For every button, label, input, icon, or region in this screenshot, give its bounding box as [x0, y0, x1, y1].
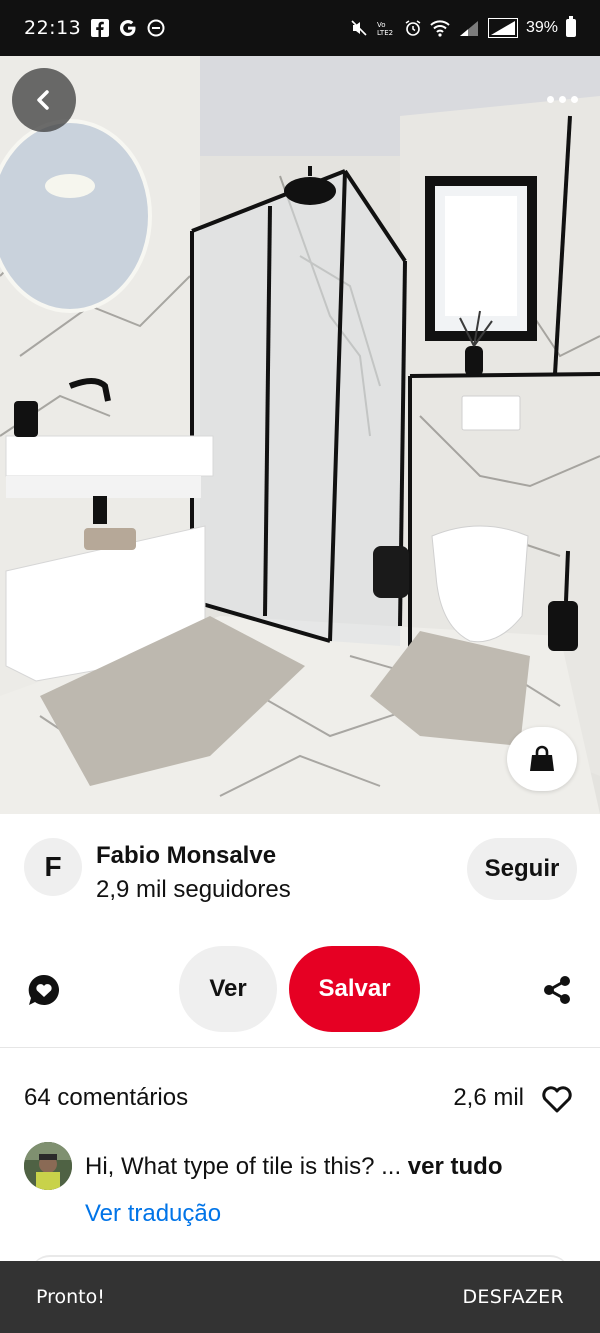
creator-name[interactable]: Fabio Monsalve [96, 842, 276, 870]
creator-row: F Fabio Monsalve 2,9 mil seguidores Segu… [0, 814, 600, 924]
comment-body: Hi, What type of tile is this? ... [85, 1153, 402, 1180]
facebook-icon [91, 19, 110, 37]
svg-text:Vo: Vo [377, 21, 386, 29]
creator-avatar[interactable]: F [24, 838, 82, 896]
see-all-link[interactable]: ver tudo [408, 1153, 503, 1180]
translate-link[interactable]: Ver tradução [85, 1200, 221, 1228]
signal-icon [487, 18, 518, 38]
like-button[interactable] [540, 1082, 574, 1116]
divider [0, 1047, 600, 1048]
comment-item: Hi, What type of tile is this? ... ver t… [0, 1140, 600, 1250]
heart-outline-icon [542, 1086, 572, 1113]
comments-header: 64 comentários 2,6 mil [0, 1080, 600, 1120]
view-button[interactable]: Ver [179, 946, 277, 1032]
volte-icon: Vo LTE2 [376, 20, 396, 36]
alarm-icon [404, 19, 422, 37]
do-not-disturb-icon [147, 19, 165, 37]
snackbar: Pronto! DESFAZER [0, 1261, 600, 1333]
status-bar: 22:13 Vo LTE2 39% [0, 0, 600, 56]
action-row: Ver Salvar [0, 940, 600, 1040]
wifi-icon [430, 19, 450, 37]
battery-icon [566, 16, 576, 37]
mute-icon [350, 19, 368, 37]
more-options-button[interactable] [542, 86, 582, 112]
bathroom-photo [0, 56, 600, 814]
comment-text: Hi, What type of tile is this? ... ver t… [85, 1153, 502, 1181]
share-icon [544, 976, 570, 1004]
more-horizontal-icon [558, 95, 566, 103]
save-button[interactable]: Salvar [289, 946, 420, 1032]
chevron-left-icon [37, 90, 49, 110]
follow-button[interactable]: Seguir [467, 838, 577, 900]
google-icon [119, 19, 137, 37]
svg-text:LTE2: LTE2 [377, 29, 393, 36]
more-horizontal-icon [570, 95, 578, 103]
battery-percent: 39% [525, 19, 558, 36]
undo-button[interactable]: DESFAZER [462, 1286, 564, 1308]
status-right: Vo LTE2 39% [350, 16, 576, 38]
comment-button[interactable] [24, 970, 64, 1010]
shop-button[interactable] [507, 727, 577, 791]
status-left: 22:13 [24, 17, 165, 39]
share-button[interactable] [537, 970, 577, 1010]
comments-count[interactable]: 64 comentários [24, 1084, 188, 1112]
status-time: 22:13 [24, 17, 82, 39]
shopping-bag-icon [530, 745, 554, 771]
back-button[interactable] [12, 68, 76, 132]
creator-followers: 2,9 mil seguidores [96, 876, 291, 903]
commenter-avatar[interactable] [24, 1142, 72, 1190]
more-horizontal-icon [546, 95, 554, 103]
snackbar-message: Pronto! [36, 1286, 105, 1308]
pin-image[interactable] [0, 56, 600, 814]
likes-count: 2,6 mil [453, 1084, 524, 1111]
comment-icon [28, 974, 60, 1005]
signal-icon [458, 19, 480, 37]
